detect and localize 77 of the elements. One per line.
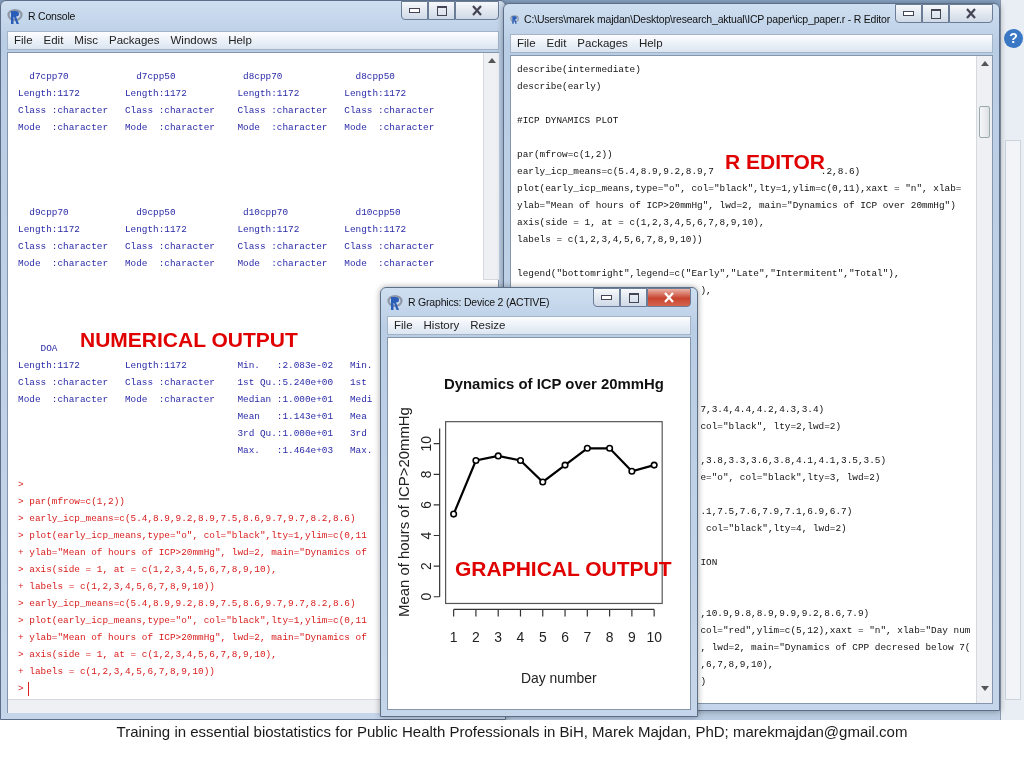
code-line: col="black",lty=4, lwd=2) [705, 522, 847, 536]
tick-label: 1 [449, 629, 458, 646]
code-line: describe(intermediate) [517, 63, 641, 77]
tick-label: 10 [646, 629, 662, 646]
command-line: + labels = c(1,2,3,4,5,6,7,8,9,10)) [18, 580, 215, 594]
code-line: ,3.8,3.3,3.6,3.8,4.1,4.1,3.5,3.5) [700, 454, 887, 468]
command-line: > plot(early_icp_means,type="o", col="black",lty=1,ylim=c(0,11 [18, 614, 367, 628]
output-line: Mode :character Mode :character Mode :character Mode :character [18, 257, 435, 271]
code-line: par(mfrow=c(1,2)) [517, 148, 613, 162]
code-line: axis(side = 1, at = c(1,2,3,4,5,6,7,8,9,10), [517, 216, 765, 230]
annotation-label: NUMERICAL OUTPUT [80, 330, 298, 350]
output-line: DOA [39, 342, 58, 356]
tick-label: 4 [516, 629, 525, 646]
tick-label: 5 [538, 629, 547, 646]
tick-label: 3 [494, 629, 503, 646]
output-line: d7cpp70 d7cpp50 d8cpp70 d8cpp50 [28, 70, 395, 84]
tick-label: 4 [417, 531, 434, 540]
command-line: > [18, 478, 24, 492]
code-line: ), [700, 284, 712, 298]
code-line: legend("bottomright",legend=c("Early","Late","Intermitent","Total"), [517, 267, 900, 281]
output-line: Mode :character Mode :character Median :1.000e+01 Medi [18, 393, 373, 407]
y-axis-label: Mean of hours of ICP>20mmHg [395, 407, 412, 617]
code-line: .1,7.5,7.6,7.9,7.1,6.9,6.7) [700, 505, 853, 519]
output-line: Class :character Class :character Class :character Class :character [18, 240, 435, 254]
window-title: R Console [28, 10, 76, 22]
code-line: describe(early) [517, 80, 602, 94]
prompt-text: > [18, 682, 24, 696]
tick-label: 6 [417, 501, 434, 509]
annotation-label: R EDITOR [725, 152, 825, 172]
code-line: ) [700, 675, 707, 689]
output-line: Class :character Class :character 1st Qu.:5.240e+00 1st [18, 376, 367, 390]
command-line: + ylab="Mean of hours of ICP>20mmHg", lwd=2, main="Dynamics of [18, 631, 367, 645]
code-line: ylab="Mean of hours of ICP>20mmHg", lwd=2, main="Dynamics of ICP over 20mmHg") [517, 199, 956, 213]
output-line: d9cpp70 d9cpp50 d10cpp70 d10cpp50 [28, 206, 401, 220]
command-line: > axis(side = 1, at = c(1,2,3,4,5,6,7,8,9,10), [18, 563, 277, 577]
code-line: early_icp_means=c(5.4,8.9,9.2,8.9,7 [517, 165, 714, 179]
tick-label: 0 [417, 592, 434, 601]
command-line: > early_icp_means=c(5.4,8.9,9.2,8.9,7.5,8.6,9.7,9.7,8.2,8.6) [18, 597, 356, 611]
window-title: R Graphics: Device 2 (ACTIVE) [408, 296, 550, 308]
code-line: ,10.9,9.8,8.9,9.9,9.2,8.6,7.9) [700, 607, 870, 621]
output-line: Length:1172 Length:1172 Length:1172 Length:1172 [18, 223, 407, 237]
tick-label: 6 [561, 629, 569, 646]
code-line: , lwd=2, main="Dynamics of CPP decresed below 7( [700, 641, 971, 655]
code-line: ION [700, 556, 718, 570]
x-axis-label: Day number [521, 669, 597, 686]
code-line: e="o", col="black",lty=3, lwd=2) [700, 471, 881, 485]
output-line: Mode :character Mode :character Mode :character Mode :character [18, 121, 435, 135]
command-line: + ylab="Mean of hours of ICP>20mmHg", lwd=2, main="Dynamics of [18, 546, 367, 560]
command-line: > early_icp_means=c(5.4,8.9,9.2,8.9,7.5,8.6,9.7,9.7,8.2,8.6) [18, 512, 356, 526]
tick-label: 2 [472, 629, 480, 646]
command-line: + labels = c(1,2,3,4,5,6,7,8,9,10)) [18, 665, 215, 679]
annotation-label: GRAPHICAL OUTPUT [455, 559, 672, 579]
tick-label: 10 [417, 435, 434, 452]
code-line: col="red",ylim=c(5,12),xaxt = "n", xlab="Day num [700, 624, 971, 638]
tick-label: 8 [417, 470, 434, 479]
output-line: Length:1172 Length:1172 Length:1172 Length:1172 [18, 87, 407, 101]
tick-label: 9 [628, 629, 636, 646]
footer-text: Training in essential biostatistics for Public Health Professionals in BiH, Marek Majdan, PhD; marekmajdan@gmail.com [116, 723, 908, 742]
code-line: ,6,7,8,9,10), [700, 658, 774, 672]
code-line: labels = c(1,2,3,4,5,6,7,8,9,10)) [517, 233, 703, 247]
output-line: 3rd Qu.:1.000e+01 3rd [236, 427, 367, 441]
tick-label: 2 [417, 562, 434, 570]
chart-title: Dynamics of ICP over 20mmHg [443, 375, 664, 392]
command-line: > plot(early_icp_means,type="o", col="black",lty=1,ylim=c(0,11 [18, 529, 367, 543]
code-line: 7,3.4,4.4,4.2,4.3,3.4) [700, 403, 825, 417]
output-line: Class :character Class :character Class :character Class :character [18, 104, 435, 118]
output-line: Length:1172 Length:1172 Min. :2.083e-02 Min. [18, 359, 373, 373]
tick-label: 8 [605, 629, 614, 646]
command-line: > par(mfrow=c(1,2)) [18, 495, 125, 509]
code-line: #ICP DYNAMICS PLOT [517, 114, 619, 128]
command-line: > axis(side = 1, at = c(1,2,3,4,5,6,7,8,9,10), [18, 648, 277, 662]
window-title: C:\Users\marek majdan\Desktop\research_aktual\ICP paper\icp_paper.r - R Editor [524, 13, 890, 25]
tick-label: 7 [583, 629, 592, 646]
output-line: Mean :1.143e+01 Mea [236, 410, 367, 424]
output-line: Max. :1.464e+03 Max. [236, 444, 373, 458]
code-line: plot(early_icp_means,type="o", col="black",lty=1,ylim=c(0,11),xaxt = "n", xlab= [517, 182, 962, 196]
code-line: col="black", lty=2,lwd=2) [700, 420, 842, 434]
